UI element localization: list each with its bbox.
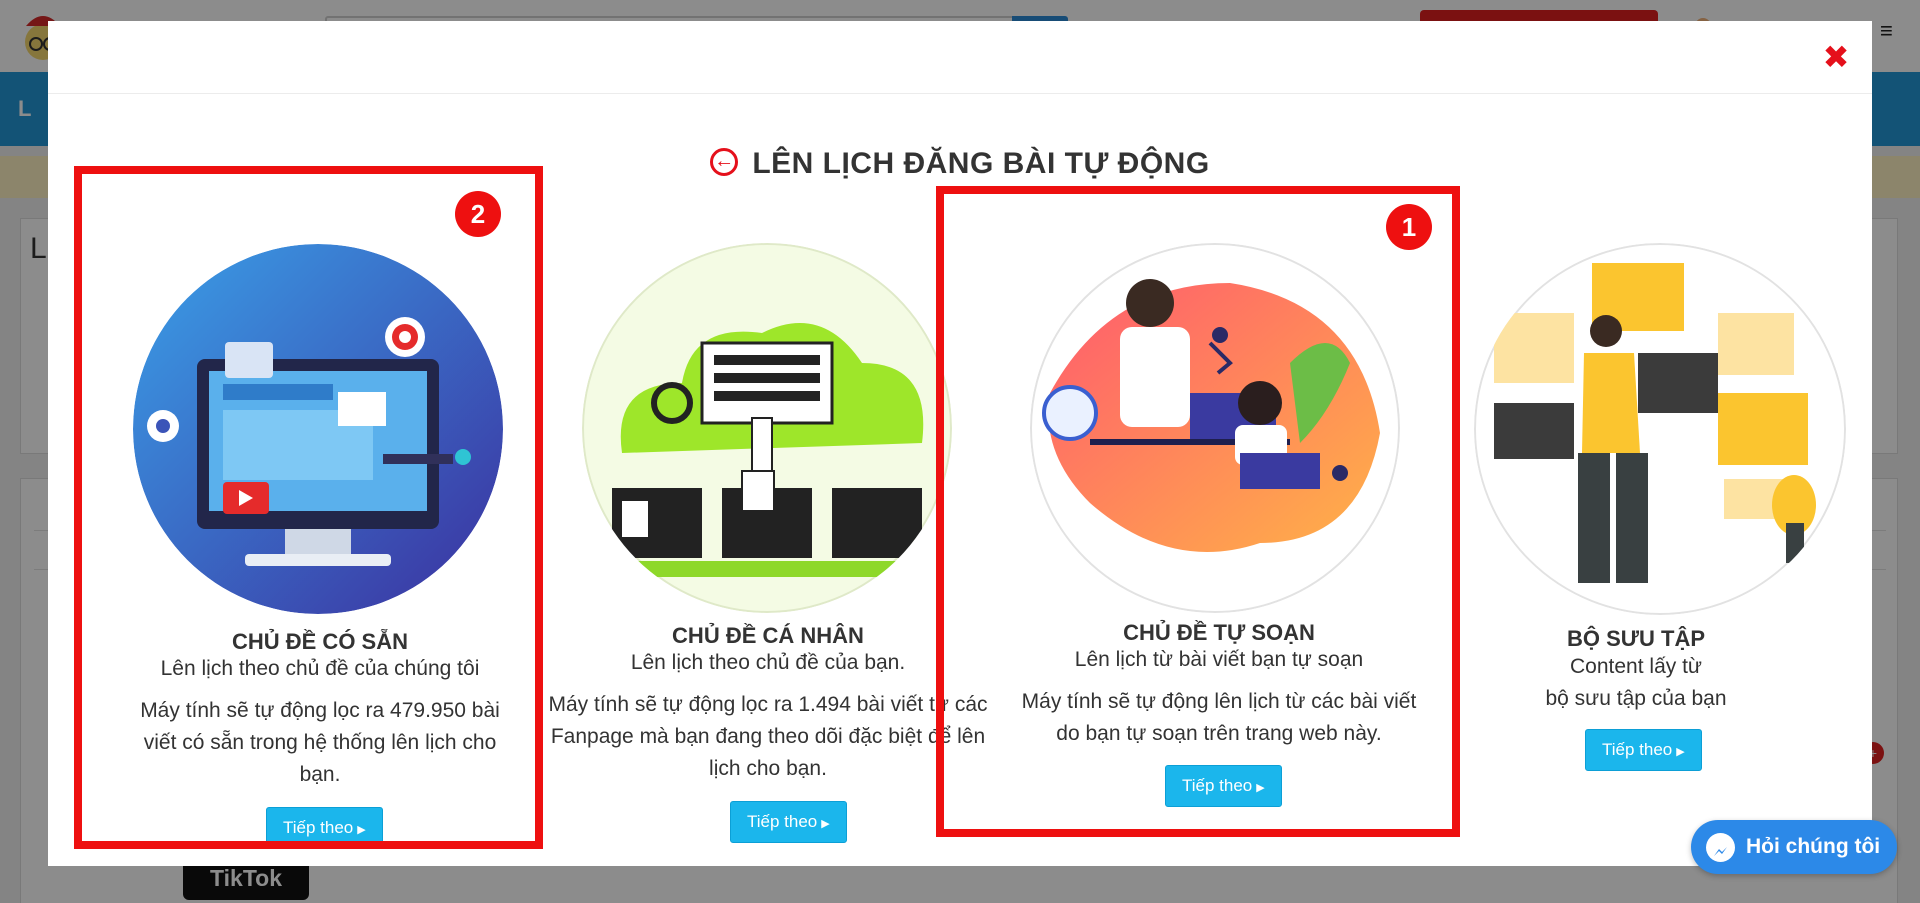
card-personal-topics: CHỦ ĐỀ CÁ NHÂN Lên lịch theo chủ đề của … <box>548 171 988 851</box>
highlight-box-available-topics <box>74 166 543 849</box>
card-subtitle: Lên lịch theo chủ đề của bạn. <box>630 651 906 674</box>
close-icon[interactable]: ✖ <box>1820 41 1852 73</box>
card-collection: BỘ SƯU TẬP Content lấy từ bộ sưu tập của… <box>1416 171 1856 851</box>
caret-right-icon: ▶ <box>1676 746 1685 758</box>
chat-label: Hỏi chúng tôi <box>1746 835 1881 858</box>
schedule-modal: ✖ ← LÊN LỊCH ĐĂNG BÀI TỰ ĐỘNG CHỦ ĐỀ CÓ … <box>48 21 1872 866</box>
chat-button[interactable]: Hỏi chúng tôi <box>1691 820 1897 874</box>
next-button[interactable]: Tiếp theo ▶ <box>730 801 847 843</box>
card-description: Máy tính sẽ tự động lọc ra 1.494 bài viế… <box>548 693 988 780</box>
caret-right-icon: ▶ <box>821 818 830 830</box>
modal-header: ✖ <box>48 21 1872 94</box>
step-badge: 1 <box>1386 204 1432 250</box>
personal-topics-illustration <box>582 243 952 613</box>
card-subtitle-line2: bộ sưu tập của bạn <box>1545 687 1727 710</box>
step-badge: 2 <box>455 191 501 237</box>
card-title: CHỦ ĐỀ CÁ NHÂN <box>672 623 864 648</box>
next-button[interactable]: Tiếp theo ▶ <box>1585 729 1702 771</box>
collection-illustration <box>1474 243 1846 615</box>
card-title: BỘ SƯU TẬP <box>1566 626 1706 651</box>
card-subtitle: Content lấy từ <box>1570 655 1702 678</box>
highlight-box-self-composed <box>936 186 1460 837</box>
messenger-icon <box>1706 833 1735 862</box>
